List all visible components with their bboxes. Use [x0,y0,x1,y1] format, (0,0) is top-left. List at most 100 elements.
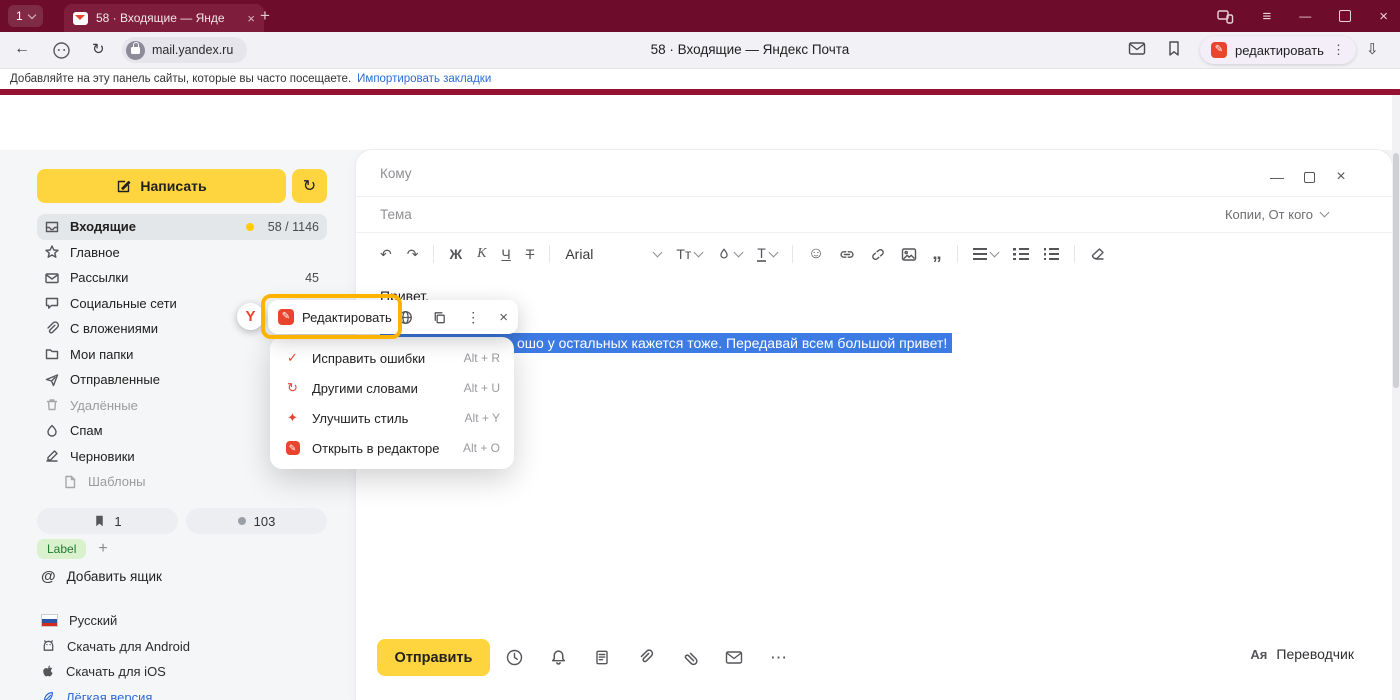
new-tab-button[interactable]: + [260,5,270,27]
label-tag[interactable]: Label [37,539,86,559]
align-select[interactable] [973,248,998,260]
kebab-icon[interactable]: ⋮ [466,309,480,326]
unread-pill[interactable]: 103 [186,508,327,534]
menu-item-rephrase[interactable]: ↻ Другими словами Alt + U [270,373,514,403]
notify-bell-icon[interactable] [550,649,567,666]
schedule-clock-icon[interactable] [506,649,523,666]
bookmark-icon[interactable] [1166,40,1182,57]
translator-button[interactable]: Ая Переводчик [1250,646,1354,662]
unlink-icon[interactable] [870,247,886,262]
browser-tab-active[interactable]: 58 · Входящие — Янде × [64,4,264,32]
note-icon[interactable] [594,649,610,666]
add-label-icon[interactable]: + [98,540,107,558]
compose-button-label: Написать [140,178,206,194]
text-color-icon: Т [757,246,766,263]
browser-menu-icon[interactable]: ≡ [1262,8,1271,25]
browser-tab-bar: 1 58 · Входящие — Янде × + ≡ — × [0,0,1400,32]
editor-logo-icon: ✎ [1211,42,1227,58]
fill-color-select[interactable] [717,247,742,261]
copy-icon[interactable] [432,310,447,325]
insert-image-icon[interactable] [901,247,917,262]
window-restore-icon[interactable] [1339,10,1351,22]
cc-from-label: Копии, От кого [1225,207,1313,222]
tab-close-icon[interactable]: × [247,11,255,26]
edit-button[interactable]: ✎ Редактировать [278,309,398,325]
window-minimize-icon[interactable]: — [1299,9,1311,23]
check-mail-button[interactable]: ↻ [292,169,327,203]
scrollbar[interactable] [1392,95,1400,700]
editor-menu: ✓ Исправить ошибки Alt + R ↻ Другими сло… [270,337,514,469]
redo-icon[interactable]: ↷ [407,246,419,263]
yandex-quick-button[interactable]: Y [237,303,264,330]
url-text: mail.yandex.ru [152,43,233,57]
editor-extension-pill[interactable]: ✎ редактировать ⋮ [1200,36,1356,64]
check-icon: ✓ [284,350,301,366]
compose-expand-icon[interactable] [1300,168,1318,186]
back-icon[interactable]: ← [14,40,30,58]
text-color-select[interactable]: Т [757,246,777,263]
compose-button[interactable]: Написать [37,169,286,203]
bold-button[interactable]: Ж [449,246,462,262]
devices-icon[interactable] [1217,9,1234,24]
ios-download-link[interactable]: Скачать для iOS [41,659,190,685]
sidebar-item-main[interactable]: Главное [37,240,327,266]
add-mailbox[interactable]: @ Добавить ящик [41,568,162,585]
emoji-icon[interactable]: ☺ [808,245,824,263]
chevron-down-icon [1320,208,1330,218]
light-version-link[interactable]: Лёгкая версия [41,685,190,700]
import-bookmarks-link[interactable]: Импортировать закладки [357,73,491,85]
font-name: Arial [565,246,593,262]
menu-shortcut: Alt + O [463,441,500,455]
bullet-list-icon[interactable] [1013,248,1029,260]
menu-item-improve-style[interactable]: ✦ Улучшить стиль Alt + Y [270,403,514,433]
numbered-list-icon[interactable] [1044,248,1059,260]
add-mailbox-label: Добавить ящик [67,569,162,584]
sidebar-item-inbox[interactable]: Входящие 58 / 1146 [37,214,327,240]
sidebar-item-mailings[interactable]: Рассылки 45 [37,265,327,291]
android-download-link[interactable]: Скачать для Android [41,634,190,660]
underline-button[interactable]: Ч [501,246,510,262]
scrollbar-thumb[interactable] [1393,153,1399,388]
feather-icon [41,690,55,700]
lock-icon[interactable] [126,41,145,60]
attach-mail-icon[interactable] [725,650,743,665]
reload-icon[interactable]: ↻ [92,40,105,58]
mail-notify-icon[interactable] [1128,41,1146,56]
strikethrough-button[interactable]: Т [526,246,535,262]
popup-close-icon[interactable]: × [499,309,508,326]
attach-from-disk-icon[interactable] [681,649,698,666]
translator-icon: Ая [1250,647,1267,662]
font-size-select[interactable]: Тт [676,246,702,262]
clear-format-icon[interactable] [1090,246,1106,262]
compose-minimize-icon[interactable]: — [1268,168,1286,186]
address-bar[interactable]: mail.yandex.ru [122,37,247,63]
window-close-icon[interactable]: × [1379,8,1388,25]
tab-counter[interactable]: 1 [8,5,43,27]
language-link[interactable]: Русский [41,608,190,634]
more-options-icon[interactable]: ⋯ [770,648,787,668]
menu-item-fix-errors[interactable]: ✓ Исправить ошибки Alt + R [270,343,514,373]
folder-label: Рассылки [70,270,295,285]
extension-kebab-icon[interactable]: ⋮ [1332,42,1345,58]
subject-input[interactable] [426,206,1225,223]
undo-icon[interactable]: ↶ [380,246,392,263]
to-input[interactable] [426,165,1368,182]
at-icon: @ [41,568,56,585]
cc-from-toggle[interactable]: Копии, От кого [1225,207,1328,222]
font-family-select[interactable]: Arial [565,246,661,262]
folder-label: Главное [70,245,309,260]
italic-button[interactable]: К [477,246,486,262]
sidebar-item-templates[interactable]: Шаблоны [37,469,327,495]
blockquote-icon[interactable]: „ [932,250,942,258]
globe-icon[interactable] [398,310,413,325]
link-icon[interactable] [839,247,855,262]
compose-close-icon[interactable]: × [1332,168,1350,186]
downloads-icon[interactable]: ⇩ [1366,40,1379,58]
menu-item-open-editor[interactable]: ✎ Открыть в редакторе Alt + O [270,433,514,463]
trash-icon [43,397,60,413]
attach-file-icon[interactable] [637,649,654,666]
browser-profile-icon[interactable] [52,41,71,60]
bookmarks-bar: Добавляйте на эту панель сайты, которые … [0,69,1400,89]
send-button[interactable]: Отправить [377,639,490,676]
flagged-pill[interactable]: 1 [37,508,178,534]
